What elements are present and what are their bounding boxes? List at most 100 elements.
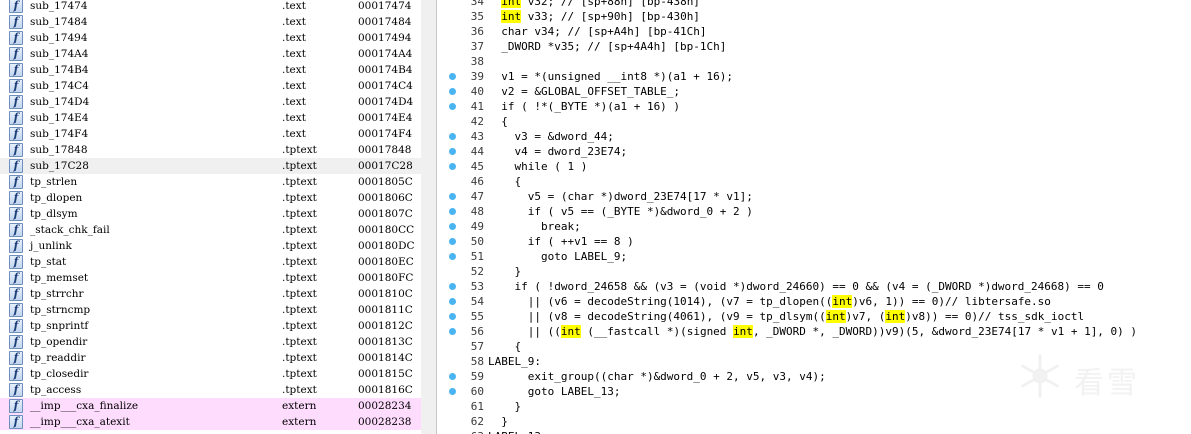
function-icon: f bbox=[9, 287, 23, 301]
function-segment: .tptext bbox=[282, 144, 317, 156]
function-segment: .tptext bbox=[282, 192, 317, 204]
code-line[interactable]: 63 LABEL_13: bbox=[438, 429, 1191, 434]
function-row[interactable]: f tp_access .tptext 0001816C bbox=[0, 382, 421, 398]
breakpoint-dot-icon[interactable] bbox=[449, 223, 456, 230]
function-row[interactable]: f sub_174D4 .text 000174D4 bbox=[0, 94, 421, 110]
breakpoint-dot-icon[interactable] bbox=[449, 298, 456, 305]
code-text: if ( ++v1 == 8 ) bbox=[488, 235, 634, 248]
function-row[interactable]: f sub_17474 .text 00017474 bbox=[0, 0, 421, 14]
code-line[interactable]: 48 if ( v5 == (_BYTE *)&dword_0 + 2 ) bbox=[438, 204, 1191, 219]
function-row[interactable]: f __imp___cxa_finalize extern 00028234 bbox=[0, 398, 421, 414]
line-number: 34 bbox=[470, 0, 484, 8]
code-line[interactable]: 42 { bbox=[438, 114, 1191, 129]
function-row[interactable]: f tp_memset .tptext 000180FC bbox=[0, 270, 421, 286]
code-line[interactable]: 49 break; bbox=[438, 219, 1191, 234]
function-name: j_unlink bbox=[30, 240, 72, 252]
breakpoint-dot-icon[interactable] bbox=[449, 73, 456, 80]
breakpoint-dot-icon[interactable] bbox=[449, 208, 456, 215]
breakpoint-dot-icon[interactable] bbox=[449, 163, 456, 170]
breakpoint-dot-icon[interactable] bbox=[449, 133, 456, 140]
code-line[interactable]: 45 while ( 1 ) bbox=[438, 159, 1191, 174]
function-row[interactable]: f tp_snprintf .tptext 0001812C bbox=[0, 318, 421, 334]
snowflake-icon bbox=[1021, 354, 1059, 398]
code-line[interactable]: 40 v2 = &GLOBAL_OFFSET_TABLE_; bbox=[438, 84, 1191, 99]
breakpoint-dot-icon[interactable] bbox=[449, 193, 456, 200]
function-row[interactable]: f tp_dlsym .tptext 0001807C bbox=[0, 206, 421, 222]
line-number: 55 bbox=[470, 310, 484, 323]
function-segment: .tptext bbox=[282, 224, 317, 236]
panel-splitter[interactable] bbox=[421, 0, 437, 434]
function-row[interactable]: f _stack_chk_fail .tptext 000180CC bbox=[0, 222, 421, 238]
function-row[interactable]: f sub_174F4 .text 000174F4 bbox=[0, 126, 421, 142]
function-address: 000180DC bbox=[358, 240, 415, 252]
function-segment: .tptext bbox=[282, 352, 317, 364]
code-text: while ( 1 ) bbox=[488, 160, 588, 173]
code-line[interactable]: 41 if ( !*(_BYTE *)(a1 + 16) ) bbox=[438, 99, 1191, 114]
function-segment: .tptext bbox=[282, 272, 317, 284]
function-segment: extern bbox=[282, 400, 317, 412]
function-row[interactable]: f tp_opendir .tptext 0001813C bbox=[0, 334, 421, 350]
function-row[interactable]: f sub_174C4 .text 000174C4 bbox=[0, 78, 421, 94]
function-address: 00017494 bbox=[358, 32, 412, 44]
function-address: 0001814C bbox=[358, 352, 413, 364]
function-row[interactable]: f sub_17848 .tptext 00017848 bbox=[0, 142, 421, 158]
function-address: 00017848 bbox=[358, 144, 412, 156]
line-number: 56 bbox=[470, 325, 484, 338]
code-line[interactable]: 54 || (v6 = decodeString(1014), (v7 = tp… bbox=[438, 294, 1191, 309]
function-segment: .text bbox=[282, 112, 306, 124]
code-line[interactable]: 47 v5 = (char *)dword_23E74[17 * v1]; bbox=[438, 189, 1191, 204]
function-row[interactable]: f tp_strlen .tptext 0001805C bbox=[0, 174, 421, 190]
function-address: 00017484 bbox=[358, 16, 412, 28]
code-line[interactable]: 55 || (v8 = decodeString(4061), (v9 = tp… bbox=[438, 309, 1191, 324]
code-line[interactable]: 39 v1 = *(unsigned __int8 *)(a1 + 16); bbox=[438, 69, 1191, 84]
function-row[interactable]: f tp_closedir .tptext 0001815C bbox=[0, 366, 421, 382]
function-row[interactable]: f j_unlink .tptext 000180DC bbox=[0, 238, 421, 254]
code-text: int v33; // [sp+90h] [bp-430h] bbox=[501, 10, 700, 23]
code-text: break; bbox=[488, 220, 581, 233]
breakpoint-dot-icon[interactable] bbox=[449, 283, 456, 290]
breakpoint-dot-icon[interactable] bbox=[449, 88, 456, 95]
code-line[interactable]: 53 if ( !dword_24658 && (v3 = (void *)dw… bbox=[438, 279, 1191, 294]
code-line[interactable]: 43 v3 = &dword_44; bbox=[438, 129, 1191, 144]
code-line[interactable]: 56 || ((int (__fastcall *)(signed int, _… bbox=[438, 324, 1191, 339]
breakpoint-dot-icon[interactable] bbox=[449, 388, 456, 395]
code-line[interactable]: 35 int v33; // [sp+90h] [bp-430h] bbox=[438, 9, 1191, 24]
function-row[interactable]: f sub_17C28 .tptext 00017C28 bbox=[0, 158, 421, 174]
breakpoint-dot-icon[interactable] bbox=[449, 328, 456, 335]
function-row[interactable]: f sub_174A4 .text 000174A4 bbox=[0, 46, 421, 62]
function-row[interactable]: f tp_dlopen .tptext 0001806C bbox=[0, 190, 421, 206]
code-line[interactable]: 36 char v34; // [sp+A4h] [bp-41Ch] bbox=[438, 24, 1191, 39]
breakpoint-dot-icon[interactable] bbox=[449, 103, 456, 110]
function-row[interactable]: f tp_strrchr .tptext 0001810C bbox=[0, 286, 421, 302]
breakpoint-dot-icon[interactable] bbox=[449, 313, 456, 320]
function-row[interactable]: f tp_stat .tptext 000180EC bbox=[0, 254, 421, 270]
code-text: v5 = (char *)dword_23E74[17 * v1]; bbox=[488, 190, 753, 203]
function-row[interactable]: f sub_174E4 .text 000174E4 bbox=[0, 110, 421, 126]
code-line[interactable]: 62 } bbox=[438, 414, 1191, 429]
breakpoint-dot-icon[interactable] bbox=[449, 238, 456, 245]
code-line[interactable]: 52 } bbox=[438, 264, 1191, 279]
function-address: 0001810C bbox=[358, 288, 413, 300]
breakpoint-dot-icon[interactable] bbox=[449, 253, 456, 260]
code-text: v3 = &dword_44; bbox=[488, 130, 614, 143]
function-segment: .text bbox=[282, 80, 306, 92]
code-line[interactable]: 51 goto LABEL_9; bbox=[438, 249, 1191, 264]
function-segment: .text bbox=[282, 0, 306, 12]
function-row[interactable]: f sub_17484 .text 00017484 bbox=[0, 14, 421, 30]
code-line[interactable]: 46 { bbox=[438, 174, 1191, 189]
kanxue-watermark: 看雪 bbox=[1016, 352, 1186, 412]
function-row[interactable]: f tp_readdir .tptext 0001814C bbox=[0, 350, 421, 366]
code-line[interactable]: 34 int v32; // [sp+88h] [bp-438h] bbox=[438, 0, 1191, 9]
code-text: { bbox=[488, 115, 508, 128]
function-row[interactable]: f tp_strncmp .tptext 0001811C bbox=[0, 302, 421, 318]
function-address: 000174E4 bbox=[358, 112, 413, 124]
code-line[interactable]: 50 if ( ++v1 == 8 ) bbox=[438, 234, 1191, 249]
code-line[interactable]: 37 _DWORD *v35; // [sp+4A4h] [bp-1Ch] bbox=[438, 39, 1191, 54]
code-line[interactable]: 38 bbox=[438, 54, 1191, 69]
function-row[interactable]: f sub_174B4 .text 000174B4 bbox=[0, 62, 421, 78]
function-row[interactable]: f sub_17494 .text 00017494 bbox=[0, 30, 421, 46]
breakpoint-dot-icon[interactable] bbox=[449, 148, 456, 155]
code-line[interactable]: 44 v4 = dword_23E74; bbox=[438, 144, 1191, 159]
function-row[interactable]: f __imp___cxa_atexit extern 00028238 bbox=[0, 414, 421, 430]
breakpoint-dot-icon[interactable] bbox=[449, 373, 456, 380]
